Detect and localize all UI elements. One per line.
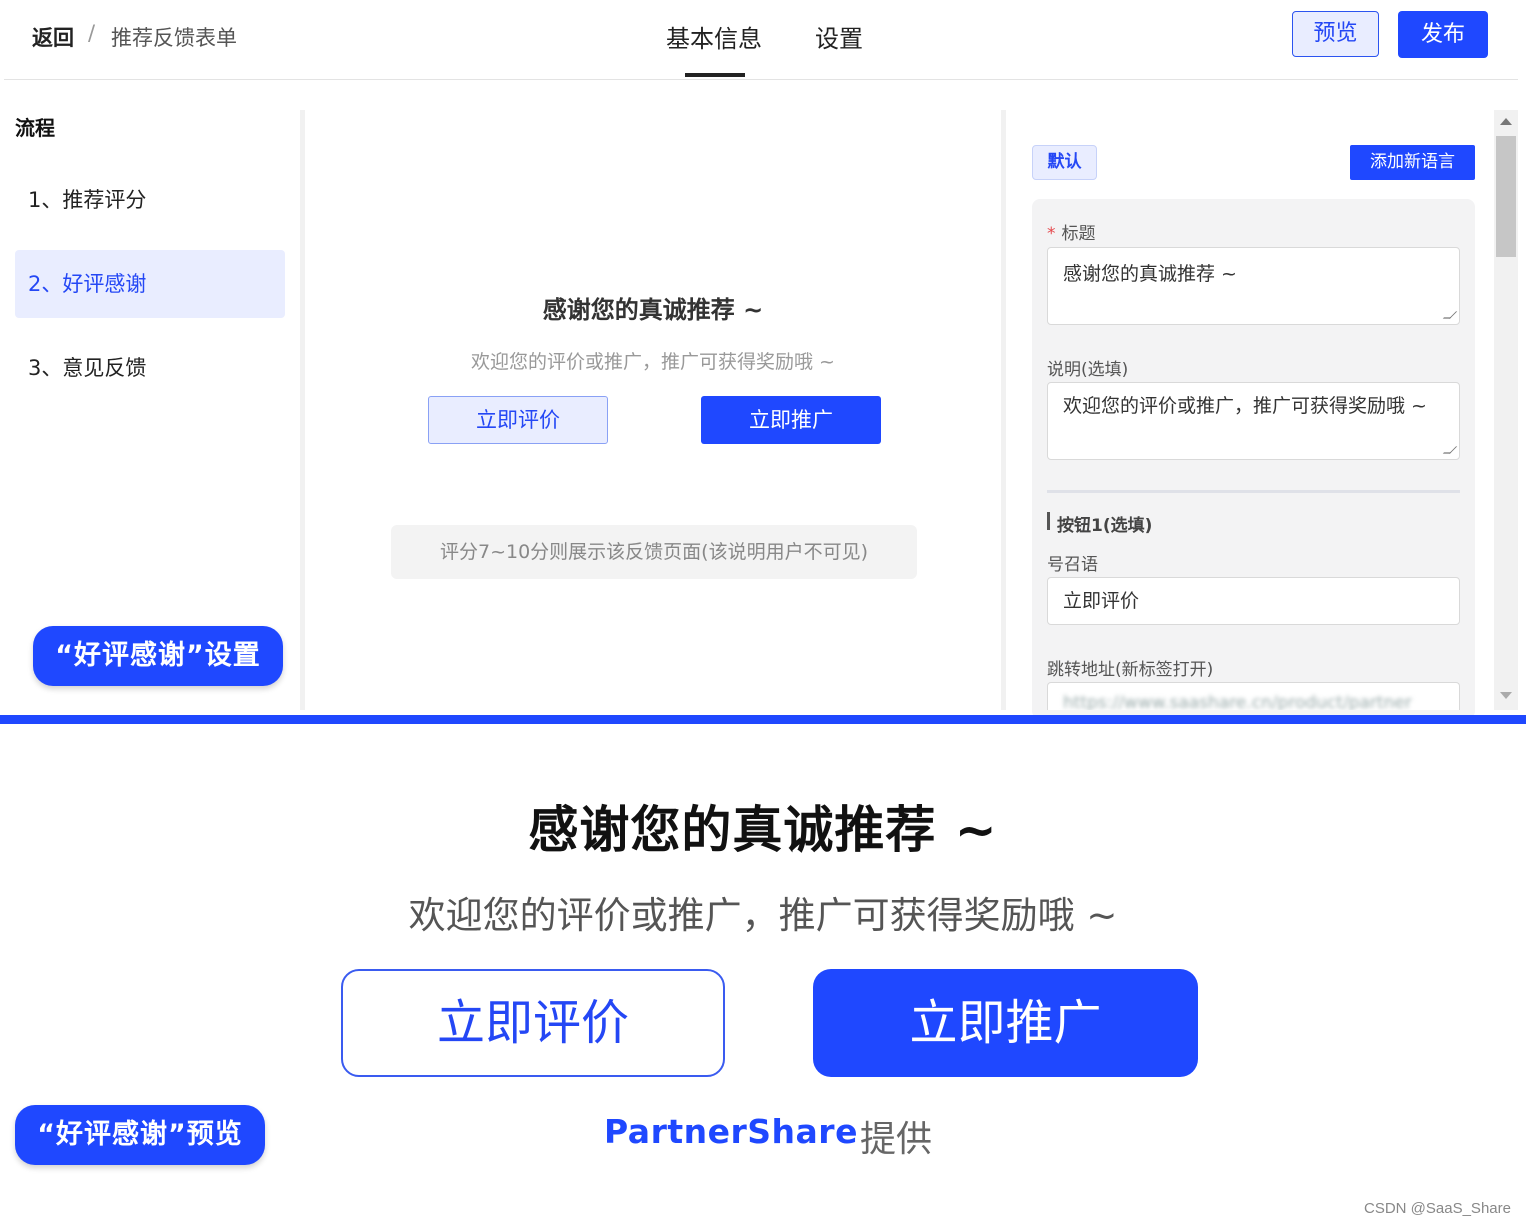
large-rate-now-button[interactable]: 立即评价 <box>341 969 725 1077</box>
preview-callout-badge: “好评感谢”预览 <box>15 1105 265 1165</box>
resize-handle-icon[interactable] <box>1442 446 1458 454</box>
resize-handle-icon[interactable] <box>1442 311 1458 319</box>
cta-input[interactable]: 立即评价 <box>1047 577 1460 625</box>
url-field-label: 跳转地址(新标签打开) <box>1047 660 1214 680</box>
url-input-value: https://www.saashare.cn/product/partner <box>1063 693 1412 710</box>
partnershare-logo: PartnerShare <box>604 1112 858 1151</box>
language-tag-default[interactable]: 默认 <box>1032 145 1097 180</box>
rate-now-button[interactable]: 立即评价 <box>428 396 608 444</box>
url-input[interactable]: https://www.saashare.cn/product/partner <box>1047 682 1460 710</box>
provided-by-text: 提供 <box>860 1119 933 1160</box>
preview-title: 感谢您的真诚推荐 ~ <box>542 296 764 324</box>
description-textarea[interactable]: 欢迎您的评价或推广，推广可获得奖励哦 ~ <box>1047 382 1460 460</box>
settings-callout-badge: “好评感谢”设置 <box>33 626 283 686</box>
scrollbar-thumb[interactable] <box>1496 136 1516 257</box>
description-textarea-value: 欢迎您的评价或推广，推广可获得奖励哦 ~ <box>1063 395 1427 417</box>
title-field-label: * 标题 <box>1047 224 1096 244</box>
title-textarea[interactable]: 感谢您的真诚推荐 ~ <box>1047 247 1460 325</box>
watermark: CSDN @SaaS_Share <box>1364 1200 1511 1217</box>
scroll-down-arrow-icon[interactable] <box>1500 692 1512 699</box>
left-panel-divider <box>300 110 305 710</box>
large-preview-title: 感谢您的真诚推荐 ~ <box>528 801 998 859</box>
title-textarea-value: 感谢您的真诚推荐 ~ <box>1063 263 1237 285</box>
required-asterisk: * <box>1047 224 1056 244</box>
cta-field-label: 号召语 <box>1047 555 1098 575</box>
back-link[interactable]: 返回 <box>32 22 74 52</box>
description-field-label: 说明(选填) <box>1047 360 1129 380</box>
tab-basic-info[interactable]: 基本信息 <box>666 19 762 54</box>
flow-item-thanks[interactable]: 2、好评感谢 <box>15 250 285 318</box>
visibility-note: 评分7~10分则展示该反馈页面(该说明用户不可见) <box>391 525 917 579</box>
scroll-up-arrow-icon[interactable] <box>1500 118 1512 125</box>
right-panel-divider <box>1001 110 1006 710</box>
flow-title: 流程 <box>15 116 55 140</box>
section-separator <box>0 715 1526 724</box>
flow-item-feedback[interactable]: 3、意见反馈 <box>15 334 285 402</box>
breadcrumb-current: 推荐反馈表单 <box>111 26 237 50</box>
preview-description: 欢迎您的评价或推广，推广可获得奖励哦 ~ <box>471 351 835 373</box>
publish-button[interactable]: 发布 <box>1398 11 1488 58</box>
promote-now-button[interactable]: 立即推广 <box>701 396 881 444</box>
preview-button[interactable]: 预览 <box>1292 11 1379 57</box>
cta-input-value: 立即评价 <box>1063 590 1140 612</box>
large-promote-now-button[interactable]: 立即推广 <box>813 969 1198 1077</box>
tab-settings[interactable]: 设置 <box>815 19 863 54</box>
flow-item-recommend-score[interactable]: 1、推荐评分 <box>15 166 285 234</box>
button1-section-title: 按钮1(选填) <box>1057 516 1153 536</box>
top-bar-divider <box>4 79 1518 80</box>
active-tab-indicator <box>685 73 745 77</box>
add-language-button[interactable]: 添加新语言 <box>1350 145 1475 180</box>
section-marker <box>1047 512 1050 530</box>
section-divider <box>1047 490 1460 493</box>
large-preview-description: 欢迎您的评价或推广，推广可获得奖励哦 ~ <box>408 894 1118 937</box>
breadcrumb-separator: / <box>88 21 96 45</box>
